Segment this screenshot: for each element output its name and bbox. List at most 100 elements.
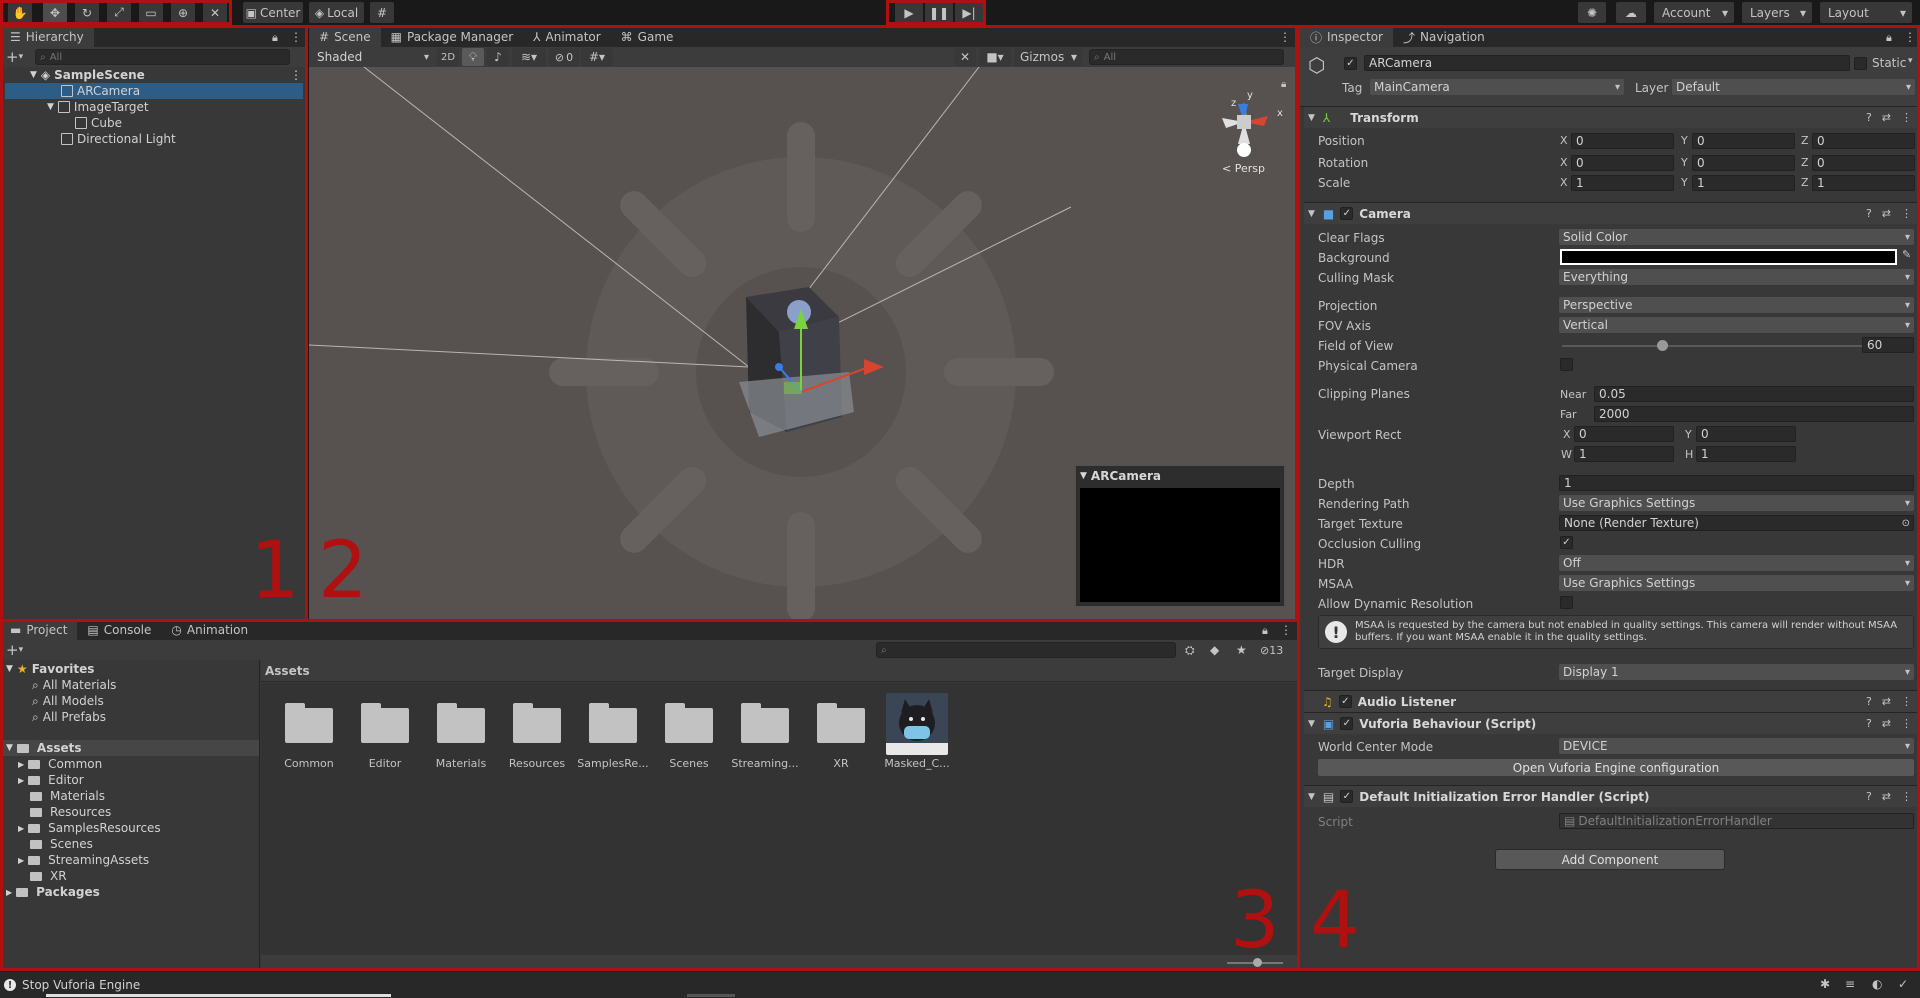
hidden-objects-toggle[interactable]: ⊘ 0 (549, 48, 579, 66)
bug-icon[interactable]: ✱ (1820, 977, 1830, 991)
star-icon[interactable]: ★ (1236, 643, 1247, 657)
viewport-x-field[interactable]: 0 (1574, 426, 1674, 442)
pause-button[interactable]: ❚❚ (925, 2, 953, 23)
database-icon[interactable]: ≡ (1845, 977, 1855, 991)
expand-arrow-icon[interactable]: ▼ (30, 70, 37, 80)
background-color-swatch[interactable] (1560, 249, 1897, 265)
tab-navigation[interactable]: ⤴ Navigation (1393, 27, 1495, 47)
chevron-down-icon[interactable]: ▾ (19, 645, 24, 655)
clear-flags-dropdown[interactable]: Solid Color (1559, 229, 1914, 245)
tab-game[interactable]: ⌘ Game (611, 27, 684, 47)
object-picker-icon[interactable]: ⊙ (1902, 518, 1910, 529)
asset-folder-item[interactable]: ▶ StreamingAssets (18, 852, 149, 868)
fov-slider-track[interactable] (1562, 345, 1862, 347)
transform-tool-icon[interactable]: ⊕ (171, 2, 195, 23)
kebab-menu-icon[interactable]: ⋮ (1901, 790, 1912, 803)
position-y-field[interactable]: 0 (1692, 133, 1795, 149)
label-icon[interactable]: ◆ (1210, 643, 1219, 657)
kebab-menu-icon[interactable]: ⋮ (1279, 30, 1291, 44)
tab-animation[interactable]: ◷ Animation (161, 620, 258, 640)
lock-icon[interactable]: 🔒︎ (1262, 624, 1268, 638)
msaa-dropdown[interactable]: Use Graphics Settings (1559, 575, 1914, 591)
error-handler-checkbox[interactable]: ✓ (1340, 790, 1354, 803)
gizmos-dropdown[interactable]: Gizmos ▾ (1014, 48, 1082, 66)
masked-cat-texture-thumbnail[interactable] (886, 693, 948, 755)
depth-field[interactable]: 1 (1559, 475, 1914, 491)
rotation-x-field[interactable]: 0 (1571, 155, 1674, 171)
scene-viewport[interactable]: y x z 🔒︎ < Persp ▼ ARCamera (309, 67, 1295, 620)
cloud-icon[interactable]: ☁ (1616, 2, 1646, 23)
add-component-button[interactable]: Add Component (1495, 849, 1725, 870)
far-plane-field[interactable]: 2000 (1594, 406, 1914, 422)
kebab-menu-icon[interactable]: ⋮ (1901, 717, 1912, 730)
world-center-mode-dropdown[interactable]: DEVICE (1559, 738, 1914, 754)
hierarchy-item-arcamera[interactable]: ARCamera (5, 83, 303, 99)
lighting-icon[interactable]: 💡︎ (462, 48, 484, 66)
custom-tool-icon[interactable]: ✕ (203, 2, 227, 23)
layer-dropdown[interactable]: Default (1672, 79, 1915, 95)
scene-root[interactable]: ▼ ◈ SampleScene ⋮ (30, 67, 305, 83)
tools-icon[interactable]: ✕ (954, 48, 976, 66)
kebab-menu-icon[interactable]: ⋮ (1901, 695, 1912, 708)
audio-listener-header[interactable]: ♫ ✓ Audio Listener ? ⇄ ⋮ (1304, 690, 1920, 712)
expand-arrow-icon[interactable]: ▶ (18, 760, 24, 769)
tab-package-manager[interactable]: ▦ Package Manager (381, 27, 524, 47)
layout-dropdown[interactable]: Layout ▾ (1820, 2, 1912, 23)
chevron-down-icon[interactable]: ▾ (19, 52, 24, 62)
folder-icon[interactable] (665, 703, 713, 743)
check-icon[interactable]: ✓ (1898, 977, 1908, 991)
hidden-packages-toggle[interactable]: ⊘13 (1260, 644, 1283, 657)
dynamic-resolution-checkbox[interactable] (1560, 596, 1573, 609)
hierarchy-search-input[interactable]: ⌕ All (35, 49, 291, 65)
static-checkbox[interactable] (1854, 57, 1867, 70)
layers-dropdown[interactable]: Layers ▾ (1742, 2, 1812, 23)
camera-icon[interactable]: ■▾ (979, 48, 1011, 66)
rect-tool-icon[interactable]: ▭ (139, 2, 163, 23)
help-icon[interactable]: ? (1866, 111, 1872, 124)
fov-slider-handle[interactable] (1657, 340, 1668, 351)
audio-listener-checkbox[interactable]: ✓ (1338, 695, 1352, 708)
asset-folder-item[interactable]: Materials (30, 788, 105, 804)
camera-header[interactable]: ▼ ■ ✓ Camera ? ⇄ ⋮ (1304, 202, 1920, 224)
viewport-w-field[interactable]: 1 (1574, 446, 1674, 462)
preset-icon[interactable]: ⇄ (1882, 695, 1891, 708)
tab-console[interactable]: ▤ Console (77, 620, 161, 640)
play-button[interactable]: ▶ (895, 2, 923, 23)
kebab-menu-icon[interactable]: ⋮ (1280, 623, 1292, 637)
filter-type-icon[interactable]: ⛭ (1185, 643, 1195, 658)
expand-arrow-icon[interactable]: ▶ (18, 856, 24, 865)
assets-root[interactable]: ▼ Assets (0, 740, 259, 756)
step-button[interactable]: ▶| (955, 2, 983, 23)
physical-camera-checkbox[interactable] (1560, 358, 1573, 371)
culling-mask-dropdown[interactable]: Everything (1559, 269, 1914, 285)
lock-icon[interactable]: 🔒︎ (1886, 31, 1892, 45)
kebab-menu-icon[interactable]: ⋮ (290, 68, 302, 82)
position-z-field[interactable]: 0 (1812, 133, 1915, 149)
folder-icon[interactable] (361, 703, 409, 743)
tab-project[interactable]: ▬ Project (0, 620, 78, 640)
folder-icon[interactable] (817, 703, 865, 743)
asset-folder-item[interactable]: ▶ Editor (18, 772, 84, 788)
help-icon[interactable]: ? (1866, 695, 1872, 708)
object-name-field[interactable]: ARCamera (1364, 55, 1850, 71)
favorite-item[interactable]: ⌕ All Materials (32, 677, 116, 693)
packages-root[interactable]: ▶ Packages (6, 884, 100, 900)
collapse-arrow-icon[interactable]: ▼ (1308, 719, 1315, 729)
status-message[interactable]: Stop Vuforia Engine (22, 978, 140, 992)
expand-arrow-icon[interactable]: ▶ (18, 776, 24, 785)
favorites-header[interactable]: ▼ ★ Favorites (6, 661, 94, 677)
collab-icon[interactable]: ✺ (1578, 2, 1606, 23)
collapse-arrow-icon[interactable]: ▼ (1308, 209, 1315, 219)
scale-x-field[interactable]: 1 (1571, 175, 1674, 191)
expand-arrow-icon[interactable]: ▼ (6, 664, 13, 674)
position-x-field[interactable]: 0 (1571, 133, 1674, 149)
kebab-menu-icon[interactable]: ⋮ (1901, 207, 1912, 220)
scene-search-input[interactable]: ⌕ All (1089, 49, 1284, 65)
scale-z-field[interactable]: 1 (1812, 175, 1915, 191)
lock-icon[interactable]: 🔒︎ (272, 31, 278, 45)
audio-icon[interactable]: ♪ (487, 48, 509, 66)
folder-icon[interactable] (437, 703, 485, 743)
tab-scene[interactable]: # Scene (309, 27, 381, 47)
expand-arrow-icon[interactable]: ▼ (47, 102, 54, 112)
progress-icon[interactable]: ◐ (1872, 977, 1882, 991)
